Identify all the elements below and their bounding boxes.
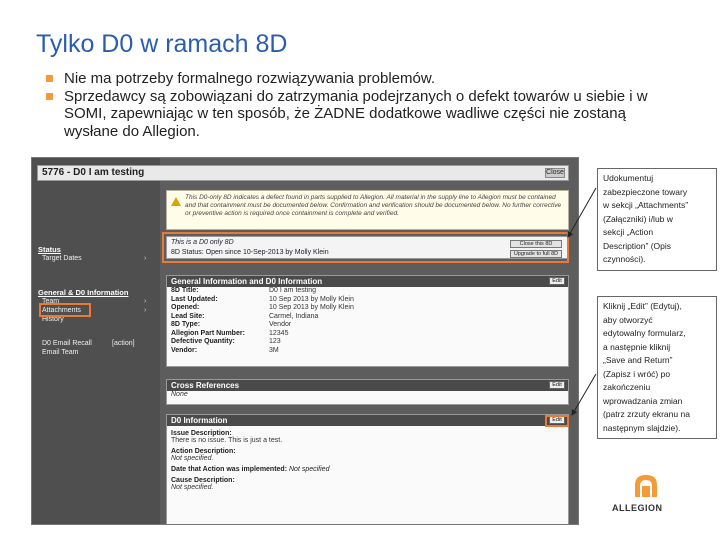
bullet-item: Nie ma potrzeby formalnego rozwiązywania… bbox=[44, 70, 684, 88]
info-row: Allegion Part Number: 12345 bbox=[171, 329, 289, 337]
section-header: Cross References Edit bbox=[167, 380, 568, 391]
general-info-section: General Information and D0 Information E… bbox=[166, 275, 569, 367]
chevron-right-icon: › bbox=[144, 255, 147, 262]
close-button[interactable]: Close bbox=[545, 168, 565, 178]
sidebar-email-team[interactable]: Email Team bbox=[42, 349, 78, 356]
sidebar-action-link[interactable]: [action] bbox=[112, 340, 135, 347]
allegion-logo-text: ALLEGION bbox=[612, 503, 663, 513]
sidebar-status[interactable]: Status bbox=[38, 245, 61, 254]
edit-button[interactable]: Edit bbox=[549, 277, 565, 285]
warning-box: This D0-only 8D indicates a defect found… bbox=[166, 190, 569, 230]
info-row: Lead Site: Carmel, Indiana bbox=[171, 312, 319, 320]
date-label: Date that Action was implemented: Not sp… bbox=[171, 466, 330, 473]
section-header: General Information and D0 Information E… bbox=[167, 276, 568, 287]
slide-title: Tylko D0 w ramach 8D bbox=[36, 30, 288, 58]
highlight-attachments bbox=[39, 303, 91, 317]
info-row: Defective Quantity: 123 bbox=[171, 338, 281, 345]
info-row: Last Updated: 10 Sep 2013 by Molly Klein bbox=[171, 295, 354, 303]
embedded-screenshot: 5776 - D0 I am testing Close This D0-onl… bbox=[31, 157, 579, 525]
sidebar-general-info[interactable]: General & D0 Information bbox=[38, 288, 128, 297]
d0-info-section: D0 Information Edit Issue Description: T… bbox=[166, 414, 569, 524]
callout-document-containment: Udokumentuj zabezpieczone towary w sekcj… bbox=[597, 168, 717, 271]
highlight-d0-edit bbox=[545, 415, 569, 427]
bullet-square-icon bbox=[46, 75, 53, 82]
sidebar-d0-email-recall[interactable]: D0 Email Recall bbox=[42, 340, 92, 347]
chevron-right-icon: › bbox=[144, 307, 147, 314]
bullet-item: Sprzedawcy są zobowiązani do zatrzymania… bbox=[44, 88, 684, 141]
edit-button[interactable]: Edit bbox=[549, 381, 565, 389]
info-row: 8D Title: D0 I am testing bbox=[171, 287, 317, 294]
info-row: Vendor: 3M bbox=[171, 346, 279, 354]
allegion-logo-icon bbox=[635, 475, 657, 497]
info-row: 8D Type: Vendor bbox=[171, 321, 292, 328]
highlight-status-banner bbox=[162, 232, 569, 263]
warning-icon bbox=[171, 197, 181, 206]
record-title-bar: 5776 - D0 I am testing Close bbox=[37, 165, 569, 181]
cross-ref-value: None bbox=[171, 391, 188, 398]
sidebar-history[interactable]: History bbox=[42, 316, 64, 323]
action-label: Action Description: bbox=[171, 448, 236, 455]
cause-label: Cause Description: bbox=[171, 477, 235, 484]
cause-value: Not specified. bbox=[171, 484, 214, 491]
info-row: Opened: 10 Sep 2013 by Molly Klein bbox=[171, 304, 354, 311]
bullet-square-icon bbox=[46, 92, 53, 100]
warning-text: This D0-only 8D indicates a defect found… bbox=[185, 194, 562, 217]
record-title: 5776 - D0 I am testing bbox=[42, 167, 145, 178]
action-value: Not specified. bbox=[171, 455, 214, 462]
cross-references-section: Cross References Edit None bbox=[166, 379, 569, 405]
sidebar-target-dates[interactable]: Target Dates bbox=[42, 255, 82, 262]
issue-label: Issue Description: bbox=[171, 430, 232, 437]
bullet-list: Nie ma potrzeby formalnego rozwiązywania… bbox=[44, 70, 684, 140]
chevron-right-icon: › bbox=[144, 298, 147, 305]
section-header: D0 Information Edit bbox=[167, 415, 568, 426]
callout-click-edit: Kliknij „Edit” (Edytuj), aby otworzyć ed… bbox=[597, 296, 717, 439]
issue-value: There is no issue. This is just a test. bbox=[171, 437, 283, 444]
